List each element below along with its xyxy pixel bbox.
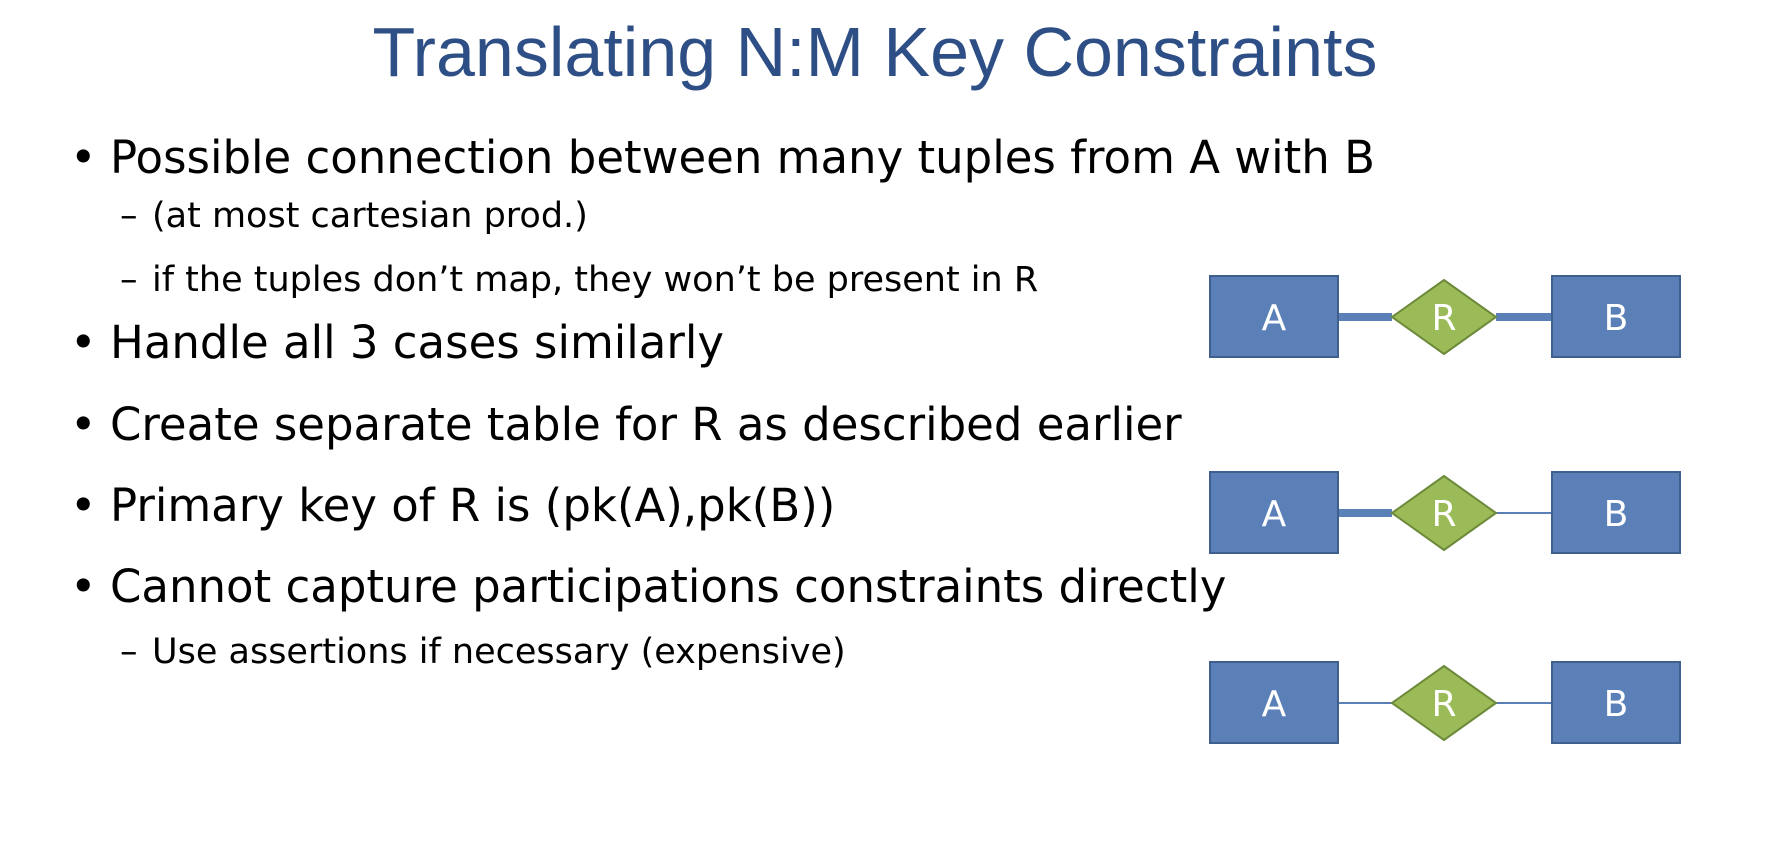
entity-b-label: B <box>1604 298 1629 339</box>
er-diagram: A R B <box>1209 275 1681 358</box>
relationship-r-label: R <box>1431 494 1456 535</box>
relationship-r-label: R <box>1431 298 1456 339</box>
er-diagram: A R B <box>1209 471 1681 554</box>
entity-a-label: A <box>1262 298 1287 339</box>
er-diagram: A R B <box>1209 661 1681 744</box>
relationship-r-label: R <box>1431 684 1456 725</box>
er-diagrams: A R B A R B A R B <box>1209 275 1681 744</box>
slide: Translating N:M Key Constraints • Possibl… <box>0 0 1790 864</box>
entity-a-label: A <box>1262 684 1287 725</box>
entity-b-label: B <box>1604 494 1629 535</box>
entity-b-label: B <box>1604 684 1629 725</box>
entity-a-label: A <box>1262 494 1287 535</box>
